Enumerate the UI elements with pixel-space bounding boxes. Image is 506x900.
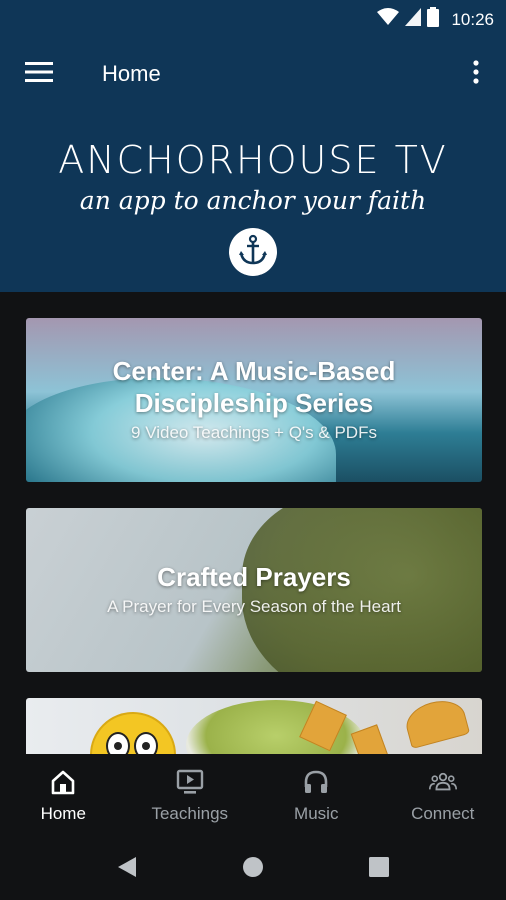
card-title: Crafted Prayers	[157, 562, 351, 592]
overflow-menu-button[interactable]	[464, 58, 488, 90]
more-vertical-icon	[473, 59, 479, 89]
card-title: Center: A Music-Based Discipleship Serie…	[112, 356, 396, 418]
card-subtitle: 9 Video Teachings + Q's & PDFs	[131, 423, 377, 442]
recents-icon	[368, 856, 390, 883]
anchor-icon	[237, 234, 269, 271]
system-navigation-bar	[0, 840, 506, 900]
nav-home[interactable]: Home	[0, 754, 127, 840]
series-card-center[interactable]: Center: A Music-Based Discipleship Serie…	[26, 318, 482, 482]
system-back-button[interactable]	[112, 854, 142, 884]
menu-button[interactable]	[18, 58, 60, 90]
tv-icon	[176, 768, 204, 796]
emoji-face-image	[90, 712, 176, 754]
series-card-crafted-prayers[interactable]: Crafted Prayers A Prayer for Every Seaso…	[26, 508, 482, 672]
card-subtitle: A Prayer for Every Season of the Heart	[107, 597, 401, 616]
content-feed[interactable]: Center: A Music-Based Discipleship Serie…	[0, 292, 506, 754]
home-icon	[49, 768, 77, 796]
nav-connect[interactable]: Connect	[380, 754, 506, 840]
page-title: Home	[102, 61, 161, 86]
header-region: 10:26 Home ANCHORHOUSE TV an app to anch…	[0, 0, 506, 292]
brand-title: ANCHORHOUSE TV	[58, 138, 448, 182]
home-circle-icon	[241, 855, 265, 884]
signal-icon	[405, 8, 422, 31]
nav-teachings[interactable]: Teachings	[127, 754, 254, 840]
back-icon	[116, 855, 138, 884]
brand-tagline: an app to anchor your faith	[79, 186, 427, 215]
anchor-logo	[229, 228, 277, 276]
nav-label: Teachings	[151, 804, 229, 823]
battery-icon	[427, 7, 440, 32]
nav-label: Home	[40, 804, 86, 823]
status-time: 10:26	[451, 9, 494, 29]
headphones-icon	[302, 768, 330, 796]
brand-banner: ANCHORHOUSE TV an app to anchor your fai…	[0, 140, 506, 216]
system-home-button[interactable]	[238, 854, 268, 884]
system-recents-button[interactable]	[364, 854, 394, 884]
nav-label: Connect	[411, 804, 475, 823]
hamburger-menu-icon	[25, 61, 53, 88]
app-bar: Home	[0, 36, 506, 112]
chip-image	[401, 698, 471, 750]
wifi-icon	[377, 8, 400, 31]
group-icon	[428, 768, 457, 796]
status-bar: 10:26	[0, 0, 506, 36]
bottom-navigation: Home Teachings Music Connect	[0, 754, 506, 840]
series-card-third[interactable]	[26, 698, 482, 754]
nav-music[interactable]: Music	[253, 754, 380, 840]
nav-label: Music	[294, 804, 339, 823]
